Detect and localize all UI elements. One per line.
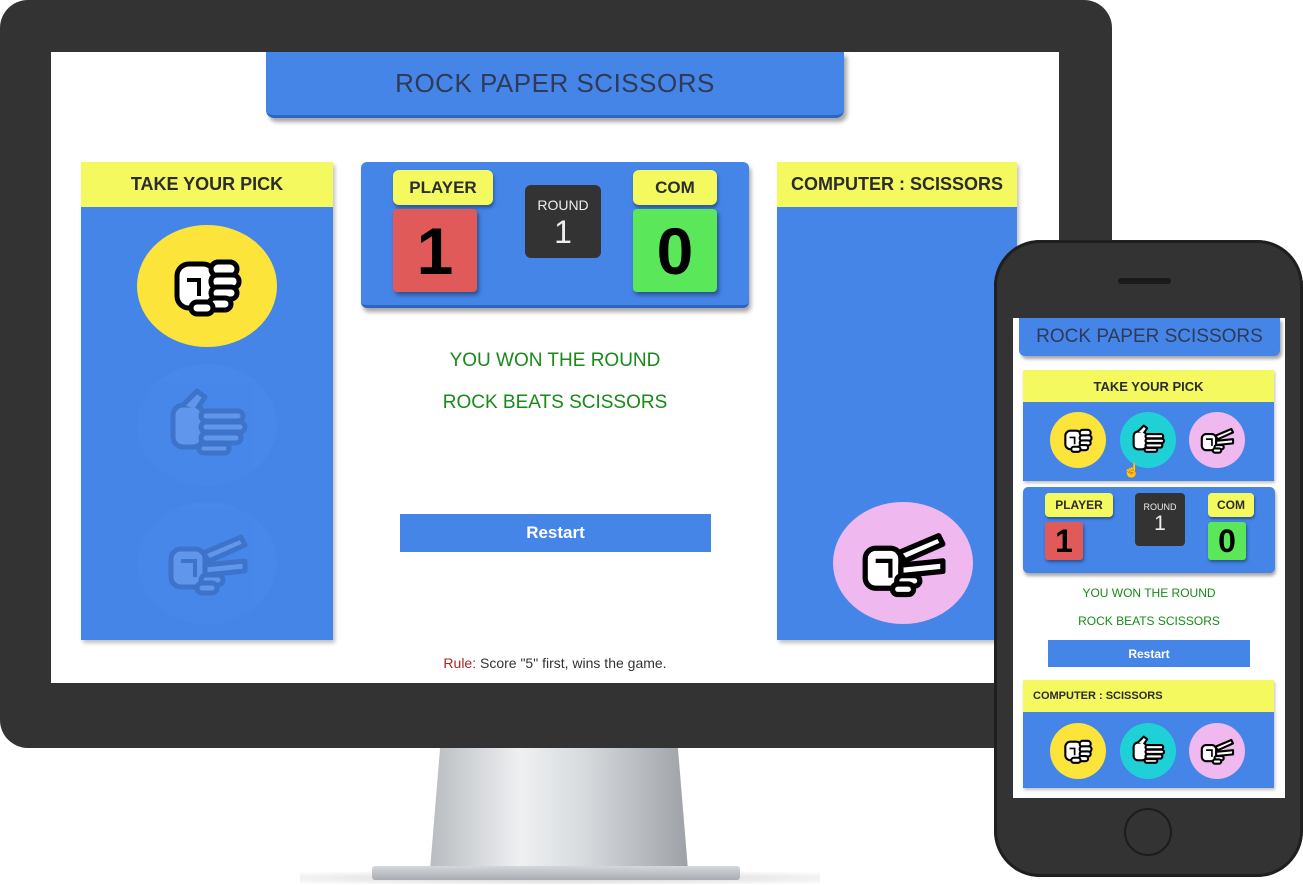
mobile-screen: ROCK PAPER SCISSORS TAKE YOUR PICK ☝ PLA…: [1013, 318, 1285, 798]
paper-option[interactable]: [137, 364, 277, 486]
pointer-cursor-icon: ☝: [1123, 462, 1141, 478]
mobile-round-label: ROUND: [1143, 502, 1177, 512]
fist-hand-icon: [162, 246, 252, 326]
computer-panel-heading: COMPUTER : SCISSORS: [791, 174, 1004, 194]
monitor-stand: [430, 745, 688, 870]
mobile-computer-panel: COMPUTER : SCISSORS: [1023, 680, 1274, 788]
mobile-scoreboard: PLAYER 1 ROUND 1 COM 0: [1023, 487, 1275, 573]
phone-home-button: [1124, 808, 1172, 856]
open-hand-icon: [1132, 735, 1166, 764]
rule-description: Score "5" first, wins the game.: [476, 655, 667, 671]
fist-hand-icon: [1064, 739, 1093, 764]
mobile-rock-option[interactable]: [1050, 412, 1106, 468]
rock-option[interactable]: [137, 225, 277, 347]
phone-frame: ROCK PAPER SCISSORS TAKE YOUR PICK ☝ PLA…: [994, 240, 1303, 877]
mobile-com-label: COM: [1208, 493, 1254, 517]
pick-panel-header: TAKE YOUR PICK: [81, 162, 333, 207]
peace-hand-icon: [853, 521, 953, 605]
rule-text: Rule: Score "5" first, wins the game.: [51, 655, 1059, 671]
restart-button[interactable]: Restart: [400, 514, 711, 552]
mobile-com-scissors: [1189, 723, 1245, 779]
fist-hand-icon: [1064, 428, 1093, 453]
phone-speaker: [1118, 278, 1171, 284]
mobile-round-explanation-text: ROCK BEATS SCISSORS: [1078, 614, 1220, 628]
mobile-round-result-text: YOU WON THE ROUND: [1082, 586, 1216, 600]
player-label: PLAYER: [393, 170, 493, 205]
rule-label: Rule:: [443, 655, 477, 671]
mobile-paper-option[interactable]: [1120, 412, 1176, 468]
game-title-bar: ROCK PAPER SCISSORS: [266, 52, 844, 118]
round-result-text: YOU WON THE ROUND: [449, 350, 661, 371]
player-pick-panel: TAKE YOUR PICK: [81, 162, 333, 640]
com-label: COM: [633, 170, 717, 205]
mobile-pick-heading: TAKE YOUR PICK: [1023, 370, 1274, 402]
player-score: 1: [393, 209, 477, 292]
peace-hand-icon: [1200, 738, 1235, 765]
computer-panel: COMPUTER : SCISSORS: [777, 162, 1017, 640]
mobile-com-rock: [1050, 723, 1106, 779]
peace-hand-icon: [1200, 427, 1235, 454]
mobile-player-score: 1: [1045, 522, 1083, 560]
mobile-round-value: 1: [1154, 512, 1166, 535]
pick-panel-heading: TAKE YOUR PICK: [130, 174, 284, 194]
monitor-stand-base: [372, 866, 740, 880]
mobile-player-label: PLAYER: [1045, 493, 1113, 517]
mobile-com-score: 0: [1208, 522, 1246, 560]
monitor-frame: ROCK PAPER SCISSORS TAKE YOUR PICK PLAYE…: [0, 0, 1112, 748]
round-label: ROUND: [537, 197, 589, 213]
round-value: 1: [554, 214, 572, 250]
mobile-round-indicator: ROUND 1: [1135, 493, 1185, 546]
desktop-screen: ROCK PAPER SCISSORS TAKE YOUR PICK PLAYE…: [51, 52, 1059, 683]
peace-hand-icon: [162, 523, 252, 603]
round-explanation-text: ROCK BEATS SCISSORS: [442, 392, 668, 413]
mobile-scissors-option[interactable]: [1189, 412, 1245, 468]
computer-panel-header: COMPUTER : SCISSORS: [777, 162, 1017, 207]
game-title: ROCK PAPER SCISSORS: [395, 68, 715, 98]
round-indicator: ROUND 1: [525, 185, 601, 258]
open-hand-icon: [162, 385, 252, 465]
mobile-title: ROCK PAPER SCISSORS: [1036, 326, 1263, 347]
mobile-pick-panel: TAKE YOUR PICK ☝: [1023, 370, 1274, 481]
scissors-option[interactable]: [137, 502, 277, 624]
mobile-com-paper: [1120, 723, 1176, 779]
mobile-title-bar: ROCK PAPER SCISSORS: [1019, 318, 1280, 356]
computer-choice: [833, 502, 973, 624]
devices-mockup: ROCK PAPER SCISSORS TAKE YOUR PICK PLAYE…: [0, 0, 1303, 885]
scoreboard: PLAYER 1 ROUND 1 COM 0: [361, 162, 749, 308]
open-hand-icon: [1132, 424, 1166, 453]
mobile-computer-heading: COMPUTER : SCISSORS: [1023, 680, 1274, 712]
com-score: 0: [633, 209, 717, 292]
mobile-restart-button[interactable]: Restart: [1048, 640, 1250, 667]
